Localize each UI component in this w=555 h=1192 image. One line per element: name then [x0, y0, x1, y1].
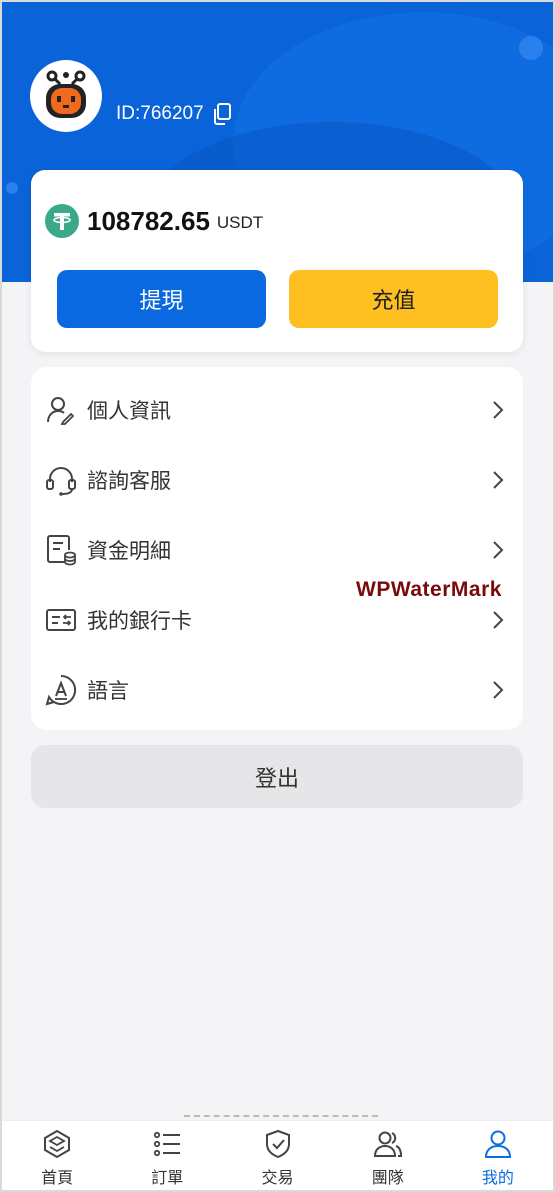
chevron-right-icon: [493, 401, 504, 419]
withdraw-button[interactable]: 提現: [57, 270, 266, 328]
nav-label: 團隊: [371, 1170, 404, 1187]
avatar[interactable]: [30, 60, 102, 132]
user-id: ID:766207: [116, 103, 232, 125]
menu-item-language[interactable]: 語言: [31, 657, 523, 723]
chevron-right-icon: [493, 681, 504, 699]
copy-icon[interactable]: [212, 103, 232, 125]
menu-item-label: 資金明細: [87, 540, 171, 563]
menu-card: 個人資訊 諮詢客服 資金明細 我的銀行卡 語言: [31, 367, 523, 730]
balance-card: 108782.65 USDT 提現 充值: [31, 170, 523, 352]
nav-label: 訂單: [151, 1170, 184, 1187]
list-icon: [154, 1131, 181, 1157]
user-edit-icon: [47, 397, 75, 425]
balance-amount: 108782.65: [87, 205, 210, 236]
menu-item-label: 我的銀行卡: [87, 610, 192, 633]
nav-label: 我的: [481, 1170, 514, 1187]
home-icon: [44, 1129, 71, 1159]
menu-item-fund-details[interactable]: 資金明細: [31, 517, 523, 583]
user-id-text: ID:766207: [116, 103, 204, 124]
team-icon: [373, 1131, 402, 1157]
chevron-right-icon: [493, 541, 504, 559]
tether-icon: [45, 204, 79, 238]
menu-item-customer-service[interactable]: 諮詢客服: [31, 447, 523, 513]
menu-item-label: 語言: [87, 680, 129, 703]
nav-label: 交易: [261, 1170, 294, 1187]
headset-icon: [46, 467, 76, 496]
menu-item-personal-info[interactable]: 個人資訊: [31, 377, 523, 443]
nav-item-home[interactable]: 首頁: [2, 1121, 112, 1190]
deposit-button[interactable]: 充值: [289, 270, 498, 328]
balance-row: 108782.65 USDT: [45, 204, 263, 238]
nav-item-team[interactable]: 團隊: [333, 1121, 443, 1190]
bottom-nav: 首頁 訂單 交易 團隊 我的: [2, 1120, 553, 1190]
menu-item-label: 個人資訊: [87, 400, 171, 423]
balance-unit: USDT: [216, 213, 264, 232]
bank-card-icon: [46, 609, 76, 631]
robot-avatar-icon: [46, 70, 86, 118]
ledger-icon: [47, 535, 76, 566]
chevron-right-icon: [493, 611, 504, 629]
nav-item-mine[interactable]: 我的: [443, 1121, 553, 1190]
chevron-right-icon: [493, 471, 504, 489]
menu-item-label: 諮詢客服: [87, 470, 171, 493]
shield-check-icon: [265, 1129, 290, 1159]
nav-label: 首頁: [41, 1170, 74, 1187]
nav-item-trade[interactable]: 交易: [222, 1121, 332, 1190]
profile-icon: [484, 1130, 511, 1158]
divider: [184, 1115, 378, 1117]
logout-button[interactable]: 登出: [31, 745, 523, 808]
watermark: WPWaterMark: [356, 578, 502, 601]
language-icon: [45, 674, 77, 706]
nav-item-orders[interactable]: 訂單: [112, 1121, 222, 1190]
